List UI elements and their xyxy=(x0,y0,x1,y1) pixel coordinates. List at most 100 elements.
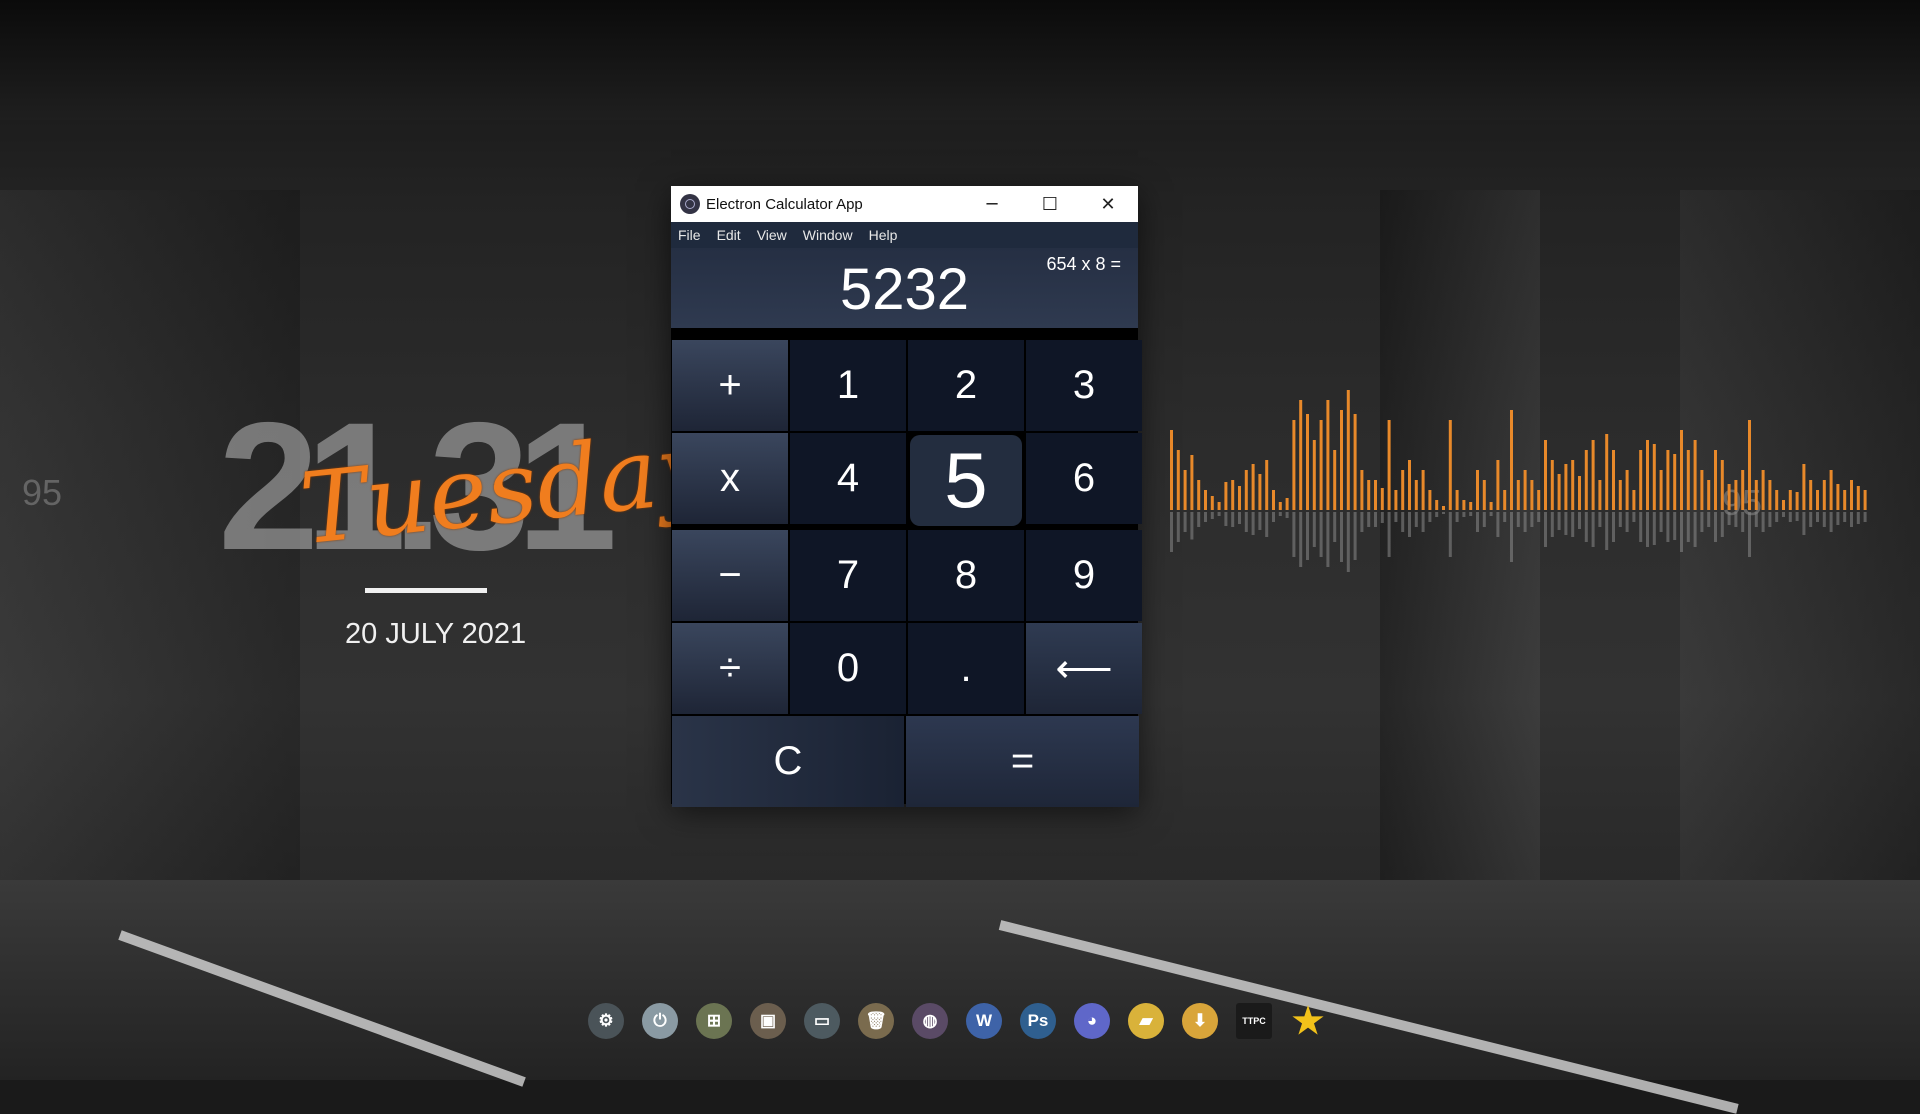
visualizer-reflection xyxy=(1816,512,1819,522)
visualizer-bar xyxy=(1312,440,1316,510)
visualizer-bar xyxy=(1333,450,1337,510)
key-digit-3[interactable]: 3 xyxy=(1026,340,1142,431)
calculator-window: Electron Calculator App ─ ☐ ✕ File Edit … xyxy=(671,186,1142,807)
key-minus[interactable]: − xyxy=(672,530,788,621)
visualizer-bar xyxy=(1659,470,1663,510)
visualizer-reflection xyxy=(1414,512,1418,527)
visualizer-bar xyxy=(1632,490,1636,510)
key-plus[interactable]: + xyxy=(672,340,788,431)
key-decimal[interactable]: . xyxy=(908,623,1024,714)
discord-icon[interactable]: ◕ xyxy=(1074,1003,1110,1039)
visualizer-bar xyxy=(1204,490,1207,510)
visualizer-bar xyxy=(1646,440,1649,510)
visualizer-reflection xyxy=(1584,512,1588,542)
key-digit-5[interactable]: 5 xyxy=(910,435,1022,526)
minimize-button[interactable]: ─ xyxy=(963,186,1021,222)
visualizer-bar xyxy=(1374,480,1377,510)
key-digit-9[interactable]: 9 xyxy=(1026,530,1142,621)
visualizer-bar xyxy=(1822,480,1826,510)
visualizer-reflection xyxy=(1285,512,1289,518)
key-digit-1[interactable]: 1 xyxy=(790,340,906,431)
visualizer-bar xyxy=(1523,470,1527,510)
visualizer-reflection xyxy=(1367,512,1371,527)
visualizer-bar xyxy=(1605,434,1609,510)
visualizer-bar xyxy=(1686,450,1690,510)
visualizer-reflection xyxy=(1618,512,1622,527)
settings-icon[interactable]: ⚙ xyxy=(588,1003,624,1039)
key-backspace[interactable]: ⟵ xyxy=(1026,623,1142,714)
visualizer-reflection xyxy=(1639,512,1643,542)
visualizer-reflection xyxy=(1809,512,1813,527)
visualizer-bar xyxy=(1190,455,1194,510)
clear-button[interactable]: C xyxy=(672,716,904,807)
key-divide[interactable]: ÷ xyxy=(672,623,788,714)
visualizer-bar xyxy=(1754,480,1758,510)
visualizer-bar xyxy=(1809,480,1813,510)
windows-icon[interactable]: ⊞ xyxy=(696,1003,732,1039)
visualizer-bar xyxy=(1714,450,1717,510)
downloads-folder-icon[interactable]: ⬇ xyxy=(1182,1003,1218,1039)
window-title: Electron Calculator App xyxy=(706,195,863,213)
visualizer-reflection xyxy=(1516,512,1520,527)
visualizer-reflection xyxy=(1448,512,1452,557)
visualizer-reflection xyxy=(1523,512,1527,532)
maximize-button[interactable]: ☐ xyxy=(1021,186,1079,222)
key-digit-4[interactable]: 4 xyxy=(790,433,906,524)
visualizer-reflection xyxy=(1768,512,1772,527)
visualizer-reflection xyxy=(1734,512,1738,527)
visualizer-bar xyxy=(1795,492,1799,510)
menu-edit[interactable]: Edit xyxy=(709,227,749,243)
window-icon[interactable]: ▣ xyxy=(750,1003,786,1039)
visualizer-bar xyxy=(1720,460,1724,510)
equals-button[interactable]: = xyxy=(906,716,1139,807)
visualizer-reflection xyxy=(1714,512,1717,542)
visualizer-bar xyxy=(1775,490,1779,510)
visualizer-reflection xyxy=(1204,512,1207,522)
visualizer-bar xyxy=(1428,490,1432,510)
menu-window[interactable]: Window xyxy=(795,227,861,243)
globe-icon[interactable]: ◍ xyxy=(912,1003,948,1039)
close-button[interactable]: ✕ xyxy=(1079,186,1137,222)
key-digit-0[interactable]: 0 xyxy=(790,623,906,714)
visualizer-bar xyxy=(1238,486,1241,510)
visualizer-reflection xyxy=(1394,512,1398,522)
visualizer-reflection xyxy=(1435,512,1439,517)
key-digit-2[interactable]: 2 xyxy=(908,340,1024,431)
visualizer-bar xyxy=(1768,480,1772,510)
visualizer-bar xyxy=(1571,460,1575,510)
visualizer-reflection xyxy=(1469,512,1473,516)
star-icon[interactable]: ★ xyxy=(1290,1000,1326,1041)
wallpaper-ceiling xyxy=(0,0,1920,120)
visualizer-bar xyxy=(1292,420,1296,510)
key-digit-6[interactable]: 6 xyxy=(1026,433,1142,524)
power-icon[interactable]: ⏻ xyxy=(642,1003,678,1039)
visualizer-reflection xyxy=(1659,512,1663,532)
menu-file[interactable]: File xyxy=(671,227,709,243)
clock-date: 20 JULY 2021 xyxy=(345,618,527,650)
folder-icon[interactable]: ▰ xyxy=(1128,1003,1164,1039)
visualizer-reflection xyxy=(1496,512,1500,537)
ttpc-icon[interactable]: TTPC xyxy=(1236,1003,1272,1039)
photoshop-icon[interactable]: Ps xyxy=(1020,1003,1056,1039)
visualizer-bar xyxy=(1510,410,1513,510)
visualizer-reflection xyxy=(1170,512,1173,552)
visualizer-reflection xyxy=(1421,512,1425,532)
visualizer-bar xyxy=(1326,400,1330,510)
key-digit-8[interactable]: 8 xyxy=(908,530,1024,621)
menu-view[interactable]: View xyxy=(749,227,795,243)
key-multiply[interactable]: x xyxy=(672,433,788,524)
visualizer-reflection xyxy=(1319,512,1323,557)
visualizer-bar xyxy=(1863,490,1867,510)
key-digit-7[interactable]: 7 xyxy=(790,530,906,621)
menu-help[interactable]: Help xyxy=(861,227,906,243)
monitor-icon[interactable]: ▭ xyxy=(804,1003,840,1039)
trash-icon[interactable]: 🗑 xyxy=(858,1003,894,1039)
visualizer-reflection xyxy=(1673,512,1677,540)
visualizer-reflection xyxy=(1401,512,1405,532)
visualizer-reflection xyxy=(1408,512,1411,537)
visualizer-bar xyxy=(1612,450,1615,510)
word-icon[interactable]: W xyxy=(966,1003,1002,1039)
visualizer-bar xyxy=(1387,420,1391,510)
visualizer-bar xyxy=(1700,470,1704,510)
title-bar[interactable]: Electron Calculator App ─ ☐ ✕ xyxy=(671,186,1138,222)
